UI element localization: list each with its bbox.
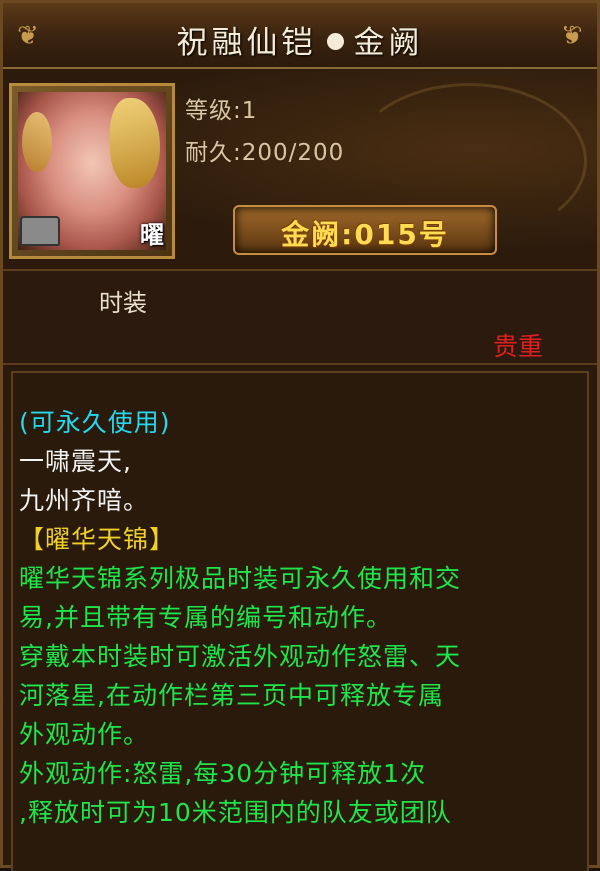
item-description: (可永久使用) 一啸震天, 九州齐喑。 【曜华天锦】 曜华天锦系列极品时装可永久… <box>11 371 589 871</box>
item-rarity: 贵重 <box>493 332 544 361</box>
title-bar: ❦ ❦ 祝融仙铠 金阙 <box>3 3 597 69</box>
effect-line: 穿戴本时装时可激活外观动作怒雷、天 <box>19 642 462 671</box>
effect-line: 曜华天锦系列极品时装可永久使用和交 <box>19 564 462 593</box>
item-level: 等级:1 <box>185 98 258 124</box>
effect-line: 河落星,在动作栏第三页中可释放专属 <box>19 681 444 710</box>
item-header: 曜 等级:1 耐久:200/200 金阙:015号 <box>3 69 597 271</box>
gold-flame-ornament <box>22 112 52 172</box>
item-tooltip: ❦ ❦ 祝融仙铠 金阙 曜 等级:1 耐久:200/200 金阙:015号 时装 … <box>0 0 600 871</box>
effect-line: ,释放时可为10米范围内的队友或团队 <box>19 798 452 827</box>
item-durability: 耐久:200/200 <box>185 140 345 166</box>
effect-line: 易,并且带有专属的编号和动作。 <box>19 603 392 632</box>
title-separator-dot <box>326 33 344 50</box>
item-name: 祝融仙铠 <box>176 25 317 61</box>
poem-line-1: 一啸震天, <box>19 447 132 476</box>
category-row: 时装 贵重 <box>3 271 597 365</box>
item-icon-frame[interactable]: 曜 <box>9 83 175 259</box>
item-series: 金阙 <box>353 25 424 61</box>
item-title: 祝融仙铠 金阙 <box>3 17 597 62</box>
item-category: 时装 <box>99 289 147 317</box>
set-name: 【曜华天锦】 <box>19 525 176 554</box>
serial-number: 金阙:015号 <box>281 218 449 251</box>
armor-icon <box>20 216 60 246</box>
poem-line-2: 九州齐喑。 <box>19 486 150 515</box>
gold-dragon-ornament <box>110 98 160 188</box>
serial-plate: 金阙:015号 <box>233 205 497 255</box>
effect-line: 外观动作:怒雷,每30分钟可释放1次 <box>19 759 427 788</box>
item-badge: 曜 <box>140 221 164 249</box>
effect-line: 外观动作。 <box>19 720 150 749</box>
usage-note: (可永久使用) <box>19 408 171 437</box>
